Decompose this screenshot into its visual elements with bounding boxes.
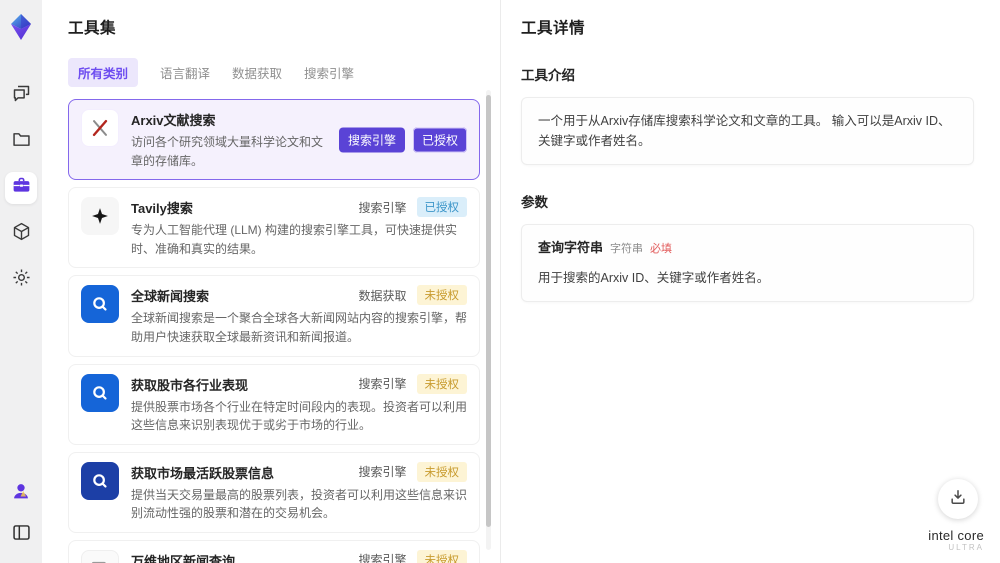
category-badge: 搜索引擎 [338, 127, 405, 153]
sidebar-item-packages[interactable] [5, 218, 37, 250]
tool-description: 专为人工智能代理 (LLM) 构建的搜索引擎工具，可快速提供实时、准确和真实的结… [131, 223, 458, 256]
tab-language-translation[interactable]: 语言翻译 [160, 58, 210, 87]
rail-bottom [5, 477, 37, 551]
param-description: 用于搜索的Arxiv ID、关键字或作者姓名。 [538, 270, 770, 285]
tool-row-regional-news[interactable]: 万维地区新闻查询 搜索引擎 未授权 查询具体行政区划内的新闻，快速了解各地新闻动… [68, 539, 480, 563]
status-badge: 未授权 [416, 549, 467, 563]
scrollbar-thumb[interactable] [486, 95, 491, 527]
arxiv-logo-icon [81, 109, 119, 147]
detail-title: 工具详情 [521, 20, 586, 37]
tool-row-active-stocks[interactable]: 获取市场最活跃股票信息 搜索引擎 未授权 提供当天交易量最高的股票列表，投资者可… [68, 451, 480, 533]
category-label: 搜索引擎 [358, 200, 407, 215]
tool-name: 获取市场最活跃股票信息 [131, 465, 275, 481]
tool-tags: 搜索引擎 已授权 [358, 197, 467, 218]
param-type: 字符串 [610, 243, 644, 255]
tool-body: 获取股市各行业表现 搜索引擎 未授权 提供股票市场各个行业在特定时间段内的表现。… [131, 373, 468, 435]
tool-tags: 搜索引擎 未授权 [358, 461, 467, 482]
category-label: 搜索引擎 [358, 553, 407, 563]
user-profile-button[interactable] [5, 477, 37, 509]
status-badge: 已授权 [412, 127, 467, 153]
page-title: 工具集 [68, 20, 117, 37]
tavily-star-icon [81, 197, 119, 236]
intro-text: 一个用于从Arxiv存储库搜索科学论文和文章的工具。 输入可以是Arxiv ID… [538, 114, 951, 148]
tool-description: 全球新闻搜索是一个聚合全球各大新闻网站内容的搜索引擎，帮助用户快速获取全球最新资… [131, 311, 468, 344]
tool-list-panel: 工具集 所有类别 语言翻译 数据获取 搜索引擎 Arxiv文献搜索 访问各个研究… [42, 0, 500, 563]
tool-row-arxiv[interactable]: Arxiv文献搜索 访问各个研究领域大量科学论文和文章的存储库。 搜索引擎 已授… [68, 99, 480, 181]
tool-tags: 搜索引擎 未授权 [358, 373, 467, 394]
category-tabs: 所有类别 语言翻译 数据获取 搜索引擎 [68, 58, 500, 87]
cube-icon [11, 221, 32, 247]
newspaper-icon [81, 549, 119, 563]
tool-row-sector-performance[interactable]: 获取股市各行业表现 搜索引擎 未授权 提供股票市场各个行业在特定时间段内的表现。… [68, 363, 480, 445]
chat-icon [11, 83, 32, 109]
tool-body: Tavily搜索 搜索引擎 已授权 专为人工智能代理 (LLM) 构建的搜索引擎… [131, 197, 467, 258]
category-label: 数据获取 [358, 288, 407, 303]
intel-core-badge: intel core ULTRA [928, 527, 984, 553]
folder-icon [11, 129, 32, 155]
panel-toggle-icon [11, 522, 32, 548]
tool-list: Arxiv文献搜索 访问各个研究领域大量科学论文和文章的存储库。 搜索引擎 已授… [68, 99, 480, 563]
tool-description: 访问各个研究领域大量科学论文和文章的存储库。 [131, 135, 324, 168]
tool-detail-panel: 工具详情 工具介绍 一个用于从Arxiv存储库搜索科学论文和文章的工具。 输入可… [500, 0, 1000, 563]
tab-search-engine[interactable]: 搜索引擎 [304, 58, 354, 87]
intel-core-logo: intel core [928, 527, 984, 543]
sidebar-item-files[interactable] [5, 126, 37, 158]
tool-name: Tavily搜索 [131, 201, 193, 217]
status-badge: 未授权 [416, 373, 467, 394]
blue-search-icon [81, 285, 119, 324]
tool-tags: 搜索引擎 已授权 [338, 127, 467, 153]
intro-box: 一个用于从Arxiv存储库搜索科学论文和文章的工具。 输入可以是Arxiv ID… [521, 97, 974, 165]
status-badge: 未授权 [416, 285, 467, 306]
navy-search-icon [81, 461, 119, 500]
status-badge: 已授权 [416, 197, 467, 218]
param-box: 查询字符串 字符串 必填 用于搜索的Arxiv ID、关键字或作者姓名。 [521, 224, 974, 302]
sidebar-item-tools[interactable] [5, 172, 37, 204]
intro-heading: 工具介绍 [521, 68, 575, 83]
intel-ultra-label: ULTRA [948, 543, 984, 553]
tool-description: 提供股票市场各个行业在特定时间段内的表现。投资者可以利用这些信息来识别表现优于或… [131, 399, 468, 433]
tool-tags: 搜索引擎 未授权 [358, 549, 467, 563]
tool-name: 全球新闻搜索 [131, 289, 210, 305]
sidebar-item-settings[interactable] [5, 264, 37, 296]
tool-description: 提供当天交易量最高的股票列表，投资者可以利用这些信息来识别流动性强的股票和潜在的… [131, 487, 468, 521]
category-label: 搜索引擎 [358, 465, 407, 480]
category-label: 搜索引擎 [358, 377, 407, 392]
tool-row-tavily[interactable]: Tavily搜索 搜索引擎 已授权 专为人工智能代理 (LLM) 构建的搜索引擎… [68, 187, 480, 269]
blue-search-icon [81, 373, 119, 412]
gear-icon [11, 267, 32, 293]
tool-body: 全球新闻搜索 数据获取 未授权 全球新闻搜索是一个聚合全球各大新闻网站内容的搜索… [131, 285, 467, 346]
list-scrollbar[interactable] [486, 90, 491, 550]
tool-tags: 数据获取 未授权 [358, 285, 467, 306]
avatar-icon [10, 480, 32, 507]
collapse-panel-button[interactable] [5, 519, 37, 551]
tool-row-global-news[interactable]: 全球新闻搜索 数据获取 未授权 全球新闻搜索是一个聚合全球各大新闻网站内容的搜索… [68, 275, 480, 357]
param-name: 查询字符串 [538, 240, 604, 255]
status-badge: 未授权 [416, 461, 467, 482]
tab-data-fetch[interactable]: 数据获取 [232, 58, 282, 87]
download-button[interactable] [938, 479, 978, 519]
tool-name: 获取股市各行业表现 [131, 377, 249, 393]
rail-nav [5, 80, 37, 296]
app-window: 工具集 所有类别 语言翻译 数据获取 搜索引擎 Arxiv文献搜索 访问各个研究… [0, 0, 1000, 563]
param-required-flag: 必填 [650, 243, 673, 255]
tool-name: Arxiv文献搜索 [131, 113, 216, 128]
tool-name: 万维地区新闻查询 [131, 553, 236, 563]
download-tray-icon [948, 487, 968, 512]
app-logo-gem-icon[interactable] [6, 12, 36, 42]
tab-all-categories[interactable]: 所有类别 [68, 58, 139, 87]
params-heading: 参数 [521, 195, 548, 210]
tool-body: 获取市场最活跃股票信息 搜索引擎 未授权 提供当天交易量最高的股票列表，投资者可… [131, 461, 468, 523]
icon-rail [0, 0, 42, 563]
briefcase-icon [11, 175, 32, 201]
tool-body: 万维地区新闻查询 搜索引擎 未授权 查询具体行政区划内的新闻，快速了解各地新闻动… [131, 549, 467, 563]
sidebar-item-chat[interactable] [5, 80, 37, 112]
